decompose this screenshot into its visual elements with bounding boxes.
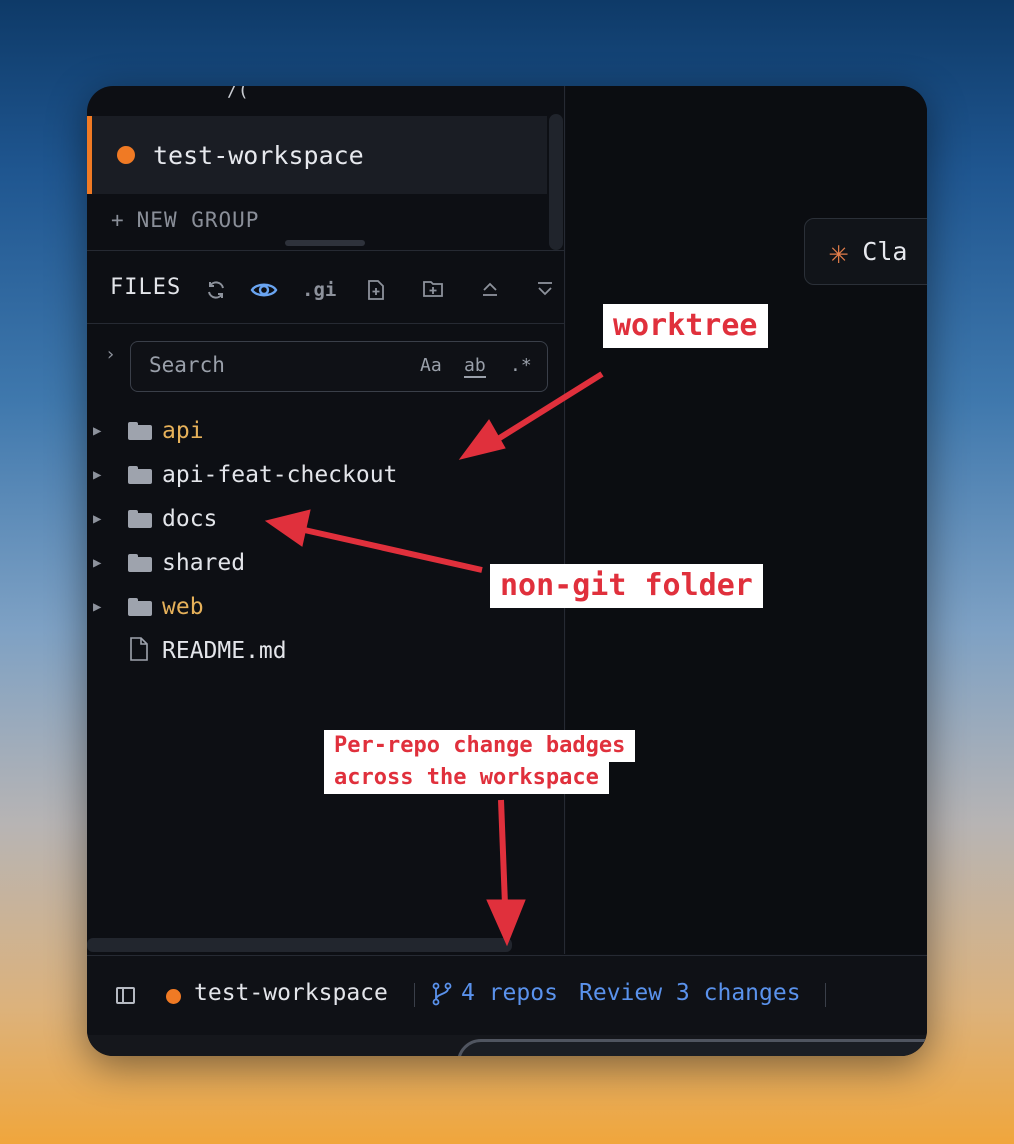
file-icon: [129, 636, 149, 666]
regex-toggle[interactable]: .*: [510, 355, 532, 376]
gitignore-toggle[interactable]: .gi: [302, 279, 336, 301]
repos-count[interactable]: 4 repos: [461, 980, 558, 1006]
sidebar: /( test-workspace + NEW GROUP FILES .gi: [87, 86, 565, 954]
sparkle-icon: ✳: [829, 232, 849, 271]
whole-word-toggle[interactable]: ab: [464, 355, 486, 378]
workspace-name: test-workspace: [153, 140, 364, 170]
expand-arrow-icon[interactable]: ▶: [93, 511, 101, 527]
expand-arrow-icon[interactable]: ▶: [93, 423, 101, 439]
refresh-icon[interactable]: [205, 279, 227, 306]
agent-button[interactable]: ✳ Cla: [804, 218, 927, 285]
tree-item-docs[interactable]: ▶ docs: [87, 499, 565, 539]
active-indicator: [87, 116, 92, 194]
horizontal-scrollbar[interactable]: [87, 938, 512, 952]
expand-arrow-icon[interactable]: ▶: [93, 555, 101, 571]
tree-item-label: web: [162, 594, 204, 620]
tree-item-label: api-feat-checkout: [162, 462, 398, 488]
bottom-strip: [87, 1035, 927, 1056]
new-group-label: NEW GROUP: [136, 208, 260, 232]
folder-icon: [128, 510, 152, 528]
non-git-callout: non-git folder: [490, 564, 763, 608]
folder-icon: [128, 554, 152, 572]
chevron-right-icon[interactable]: ›: [105, 344, 116, 365]
workspace-status-dot: [166, 989, 181, 1004]
sidebar-toggle-icon[interactable]: [116, 987, 135, 1004]
expand-arrow-icon[interactable]: ▶: [93, 599, 101, 615]
folder-icon: [128, 466, 152, 484]
sidebar-scrollbar[interactable]: [549, 114, 563, 250]
workspace-status-dot: [117, 146, 135, 164]
folder-icon: [128, 598, 152, 616]
review-changes-link[interactable]: Review 3 changes: [579, 980, 801, 1006]
files-title: FILES: [110, 274, 182, 300]
tree-item-api-feat-checkout[interactable]: ▶ api-feat-checkout: [87, 455, 565, 495]
tree-item-readme[interactable]: README.md: [87, 631, 565, 671]
tree-item-label: api: [162, 418, 204, 444]
git-branch-icon: [431, 982, 453, 1010]
resize-handle[interactable]: [285, 240, 365, 246]
tree-item-label: shared: [162, 550, 246, 576]
collapse-up-icon[interactable]: [480, 279, 500, 304]
top-glyph: /(: [227, 86, 249, 101]
agent-button-label: Cla: [862, 237, 908, 266]
match-case-toggle[interactable]: Aa: [420, 355, 442, 376]
main-panel: ✳ Cla: [566, 86, 927, 954]
divider: [87, 323, 565, 324]
plus-icon: +: [111, 208, 125, 232]
search-placeholder: Search: [149, 353, 225, 377]
new-folder-icon[interactable]: [422, 279, 444, 304]
separator: [414, 983, 415, 1007]
worktree-callout: worktree: [603, 304, 768, 348]
status-workspace-name[interactable]: test-workspace: [194, 980, 388, 1006]
folder-icon: [128, 422, 152, 440]
badges-callout-line1: Per-repo change badges: [324, 730, 636, 762]
tree-item-api[interactable]: ▶ api: [87, 411, 565, 451]
new-group-button[interactable]: + NEW GROUP: [111, 208, 259, 232]
badges-callout-line2: across the workspace: [324, 762, 609, 794]
background-window-edge: [457, 1039, 927, 1056]
eye-icon[interactable]: [250, 279, 278, 306]
tree-item-label: README.md: [162, 638, 287, 664]
expand-arrow-icon[interactable]: ▶: [93, 467, 101, 483]
status-bar: test-workspace 4 repos Review 3 changes: [87, 955, 927, 1035]
search-input[interactable]: Search Aa ab .*: [130, 341, 548, 392]
separator: [825, 983, 826, 1007]
collapse-down-icon[interactable]: [535, 279, 555, 304]
tree-item-label: docs: [162, 506, 218, 532]
new-file-icon[interactable]: [367, 279, 385, 306]
workspace-item[interactable]: test-workspace: [87, 116, 547, 194]
